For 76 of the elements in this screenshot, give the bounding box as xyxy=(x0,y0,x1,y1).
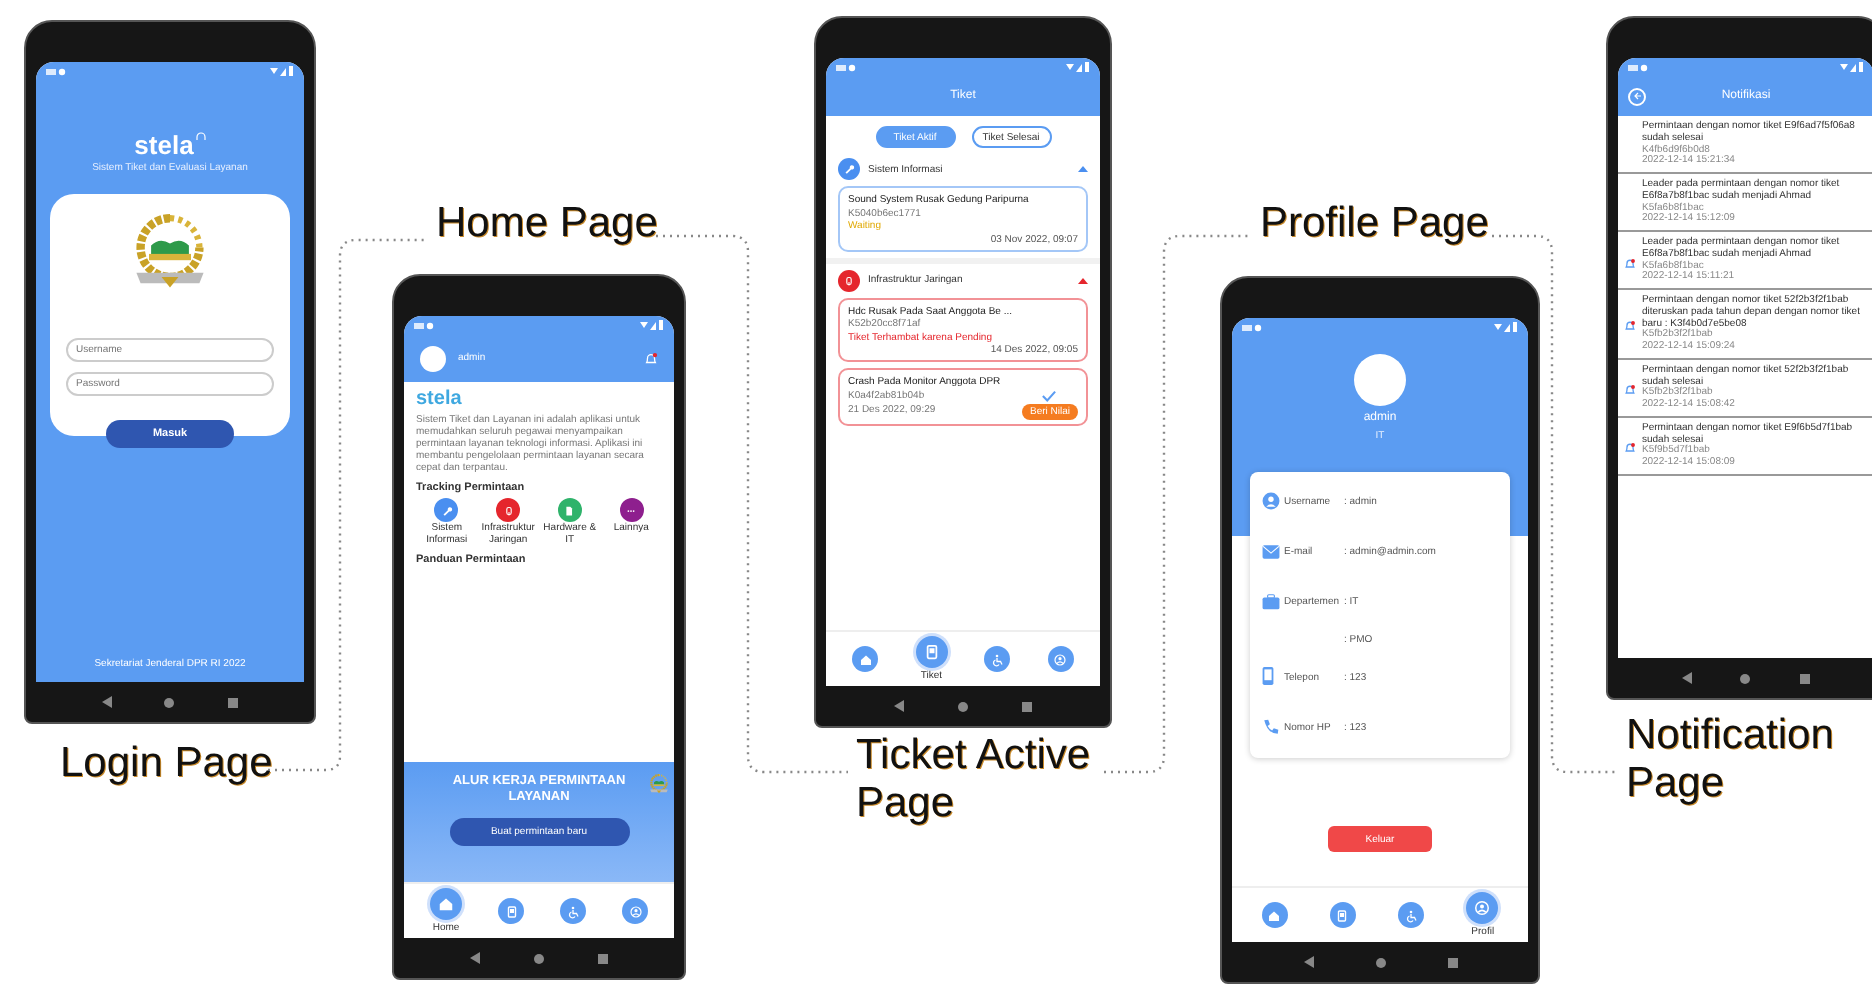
document-icon xyxy=(562,503,577,517)
headset-icon xyxy=(195,132,206,144)
screen-caption: Home Page xyxy=(436,200,660,249)
screen-caption: Profile Page xyxy=(1260,200,1491,249)
category-button[interactable] xyxy=(434,498,459,522)
screen-caption: Ticket Active Page xyxy=(856,732,1093,829)
nav-tab[interactable] xyxy=(1466,892,1499,924)
tablet-icon xyxy=(1334,907,1351,923)
screen-caption: Login Page xyxy=(60,740,275,789)
seated-person-icon xyxy=(1403,907,1420,923)
wrench-icon xyxy=(439,503,454,517)
signal-battery-icon xyxy=(640,320,664,330)
signal-battery-icon xyxy=(1840,62,1864,72)
tablet-icon xyxy=(921,642,942,662)
person-icon xyxy=(1052,651,1069,667)
seated-person-icon xyxy=(565,903,581,919)
nav-tab[interactable] xyxy=(498,898,524,924)
status-left-icon xyxy=(1242,323,1262,331)
plug-icon xyxy=(501,503,516,517)
nav-tab[interactable] xyxy=(430,888,462,920)
person-icon xyxy=(627,903,643,919)
briefcase-icon xyxy=(1262,594,1280,610)
recents-icon[interactable] xyxy=(1022,701,1033,711)
back-icon[interactable] xyxy=(1682,672,1693,684)
smartphone-icon xyxy=(1262,666,1274,686)
back-icon[interactable] xyxy=(893,700,904,712)
avatar[interactable] xyxy=(420,345,446,371)
status-left-icon xyxy=(836,63,856,71)
nav-tab[interactable] xyxy=(984,646,1011,672)
nav-tab[interactable] xyxy=(560,898,586,924)
back-arrow-icon xyxy=(1633,92,1641,100)
nav-tab[interactable] xyxy=(1047,646,1074,672)
nav-tab[interactable] xyxy=(1398,902,1425,928)
bell-icon[interactable] xyxy=(644,351,658,365)
avatar xyxy=(1354,354,1406,406)
recents-icon[interactable] xyxy=(1447,957,1457,967)
signal-battery-icon xyxy=(270,66,294,76)
home-button-icon[interactable] xyxy=(533,953,544,963)
app-logo: stela xyxy=(134,132,194,158)
home-icon xyxy=(1266,907,1283,923)
signal-battery-icon xyxy=(1494,322,1518,332)
phone-icon xyxy=(1262,718,1280,736)
home-icon xyxy=(857,651,874,667)
user-icon xyxy=(1262,492,1280,510)
category-button[interactable] xyxy=(619,498,644,522)
emblem-icon xyxy=(648,774,670,794)
recents-icon[interactable] xyxy=(597,953,608,963)
status-left-icon xyxy=(414,321,434,329)
home-button-icon[interactable] xyxy=(164,697,175,707)
seated-person-icon xyxy=(989,651,1006,667)
recents-icon[interactable] xyxy=(227,697,238,707)
person-icon xyxy=(1472,898,1493,918)
back-icon[interactable] xyxy=(1303,956,1313,968)
nav-tab[interactable] xyxy=(622,898,648,924)
nav-tab[interactable] xyxy=(915,636,948,668)
back-button[interactable] xyxy=(1628,87,1646,105)
app-logo: stela xyxy=(416,390,464,410)
signal-battery-icon xyxy=(1066,62,1090,72)
status-left-icon xyxy=(46,67,66,75)
home-button-icon[interactable] xyxy=(957,701,968,711)
back-icon[interactable] xyxy=(470,952,481,964)
tablet-icon xyxy=(503,903,519,919)
collapse-icon[interactable] xyxy=(1078,166,1088,172)
nav-tab[interactable] xyxy=(1329,902,1356,928)
category-button[interactable] xyxy=(496,498,521,522)
status-left-icon xyxy=(1628,63,1648,71)
back-icon[interactable] xyxy=(102,696,113,708)
home-icon xyxy=(436,894,456,914)
nav-tab[interactable] xyxy=(852,646,879,672)
mail-icon xyxy=(1262,544,1280,560)
recents-icon[interactable] xyxy=(1799,673,1810,683)
screen-caption: Notification Page xyxy=(1626,712,1836,809)
home-button-icon[interactable] xyxy=(1375,957,1385,967)
collapse-icon[interactable] xyxy=(1078,277,1088,283)
home-button-icon[interactable] xyxy=(1740,673,1751,683)
nav-tab[interactable] xyxy=(1261,902,1288,928)
